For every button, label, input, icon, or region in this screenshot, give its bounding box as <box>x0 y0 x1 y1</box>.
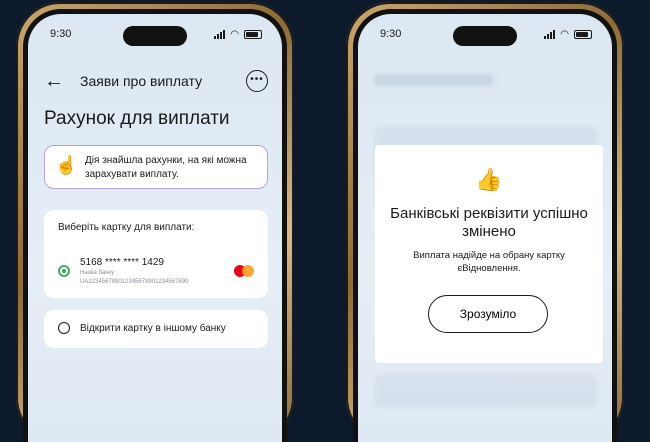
dialog-title: Банківські реквізити успішно змінено <box>390 205 588 240</box>
left-phone-screen: 9:30 ◠ ← Заяви про виплату ••• Рахунок д… <box>28 14 282 442</box>
battery-icon <box>244 30 262 39</box>
info-box: ☝️ Дія знайшла рахунки, на які можна зар… <box>44 145 268 189</box>
card-select-label: Виберіть картку для виплати: <box>58 222 195 233</box>
other-bank-radio[interactable] <box>58 322 70 334</box>
left-phone-frame: 9:30 ◠ ← Заяви про виплату ••• Рахунок д… <box>16 2 294 442</box>
nav-bar: ← Заяви про виплату ••• <box>44 70 268 94</box>
status-time: 9:30 <box>50 28 72 40</box>
arrow-left-icon[interactable]: ← <box>44 70 64 92</box>
wifi-icon: ◠ <box>230 29 239 40</box>
card-radio-selected[interactable] <box>58 265 70 277</box>
dialog-message: Виплата надійде на обрану картку єВіднов… <box>413 250 565 274</box>
bank-name: Назва банку <box>80 270 115 276</box>
thumbs-up-icon: 👍 <box>475 167 503 192</box>
success-dialog: 👍 Банківські реквізити успішно змінено В… <box>375 145 603 363</box>
notch <box>123 26 187 46</box>
card-select-panel: Виберіть картку для виплати: 5168 **** *… <box>44 210 268 298</box>
info-text: Дія знайшла рахунки, на які можна зараху… <box>85 155 247 180</box>
mastercard-logo-icon <box>234 265 254 277</box>
pointing-up-icon: ☝️ <box>55 155 78 175</box>
card-iban: UA123456789012345678901234567890 <box>80 279 189 285</box>
other-bank-label: Відкрити картку в іншому банку <box>80 323 226 334</box>
more-horizontal-icon[interactable]: ••• <box>246 70 268 92</box>
signal-icon <box>214 30 226 39</box>
card-number[interactable]: 5168 **** **** 1429 <box>80 257 164 268</box>
ok-button[interactable]: Зрозуміло <box>428 295 548 333</box>
nav-title: Заяви про виплату <box>80 73 203 89</box>
page-title: Рахунок для виплати <box>44 108 230 129</box>
other-bank-option[interactable]: Відкрити картку в іншому банку <box>44 310 268 348</box>
